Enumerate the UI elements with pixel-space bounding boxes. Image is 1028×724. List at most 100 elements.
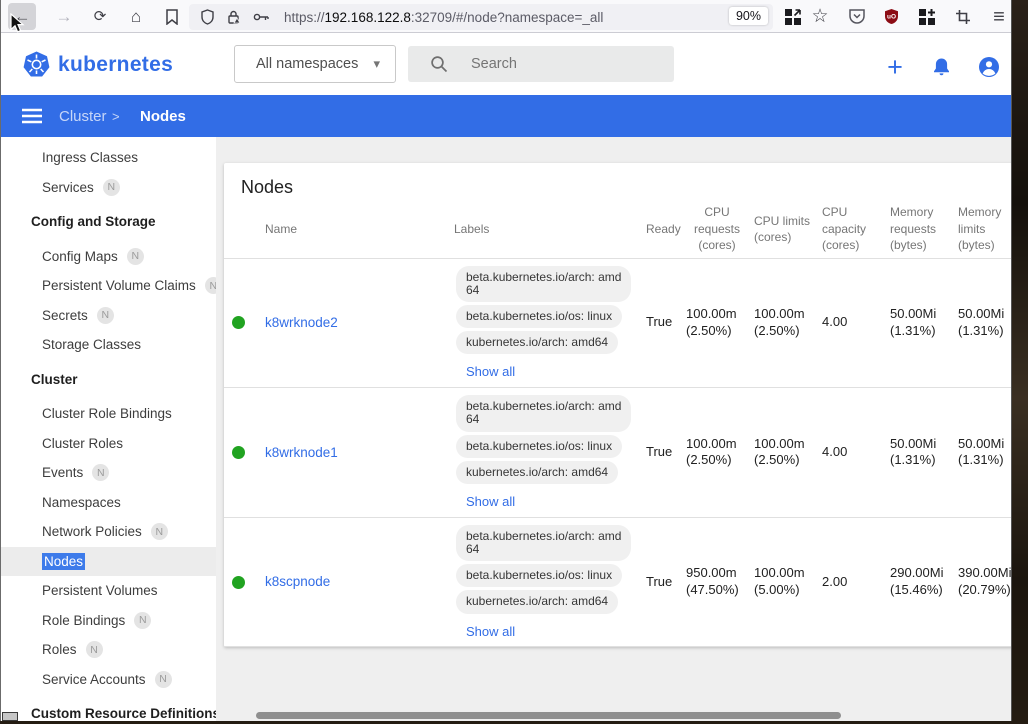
kubernetes-logo-icon[interactable]	[23, 51, 50, 78]
cell-memory-requests: 290.00Mi (15.46%)	[887, 517, 955, 647]
scrollbar-corner	[2, 712, 18, 721]
column-header-labels: Labels	[451, 200, 643, 258]
sidebar-item-label: Persistent Volumes	[42, 583, 158, 598]
tab-grid-icon	[785, 9, 801, 25]
url-scheme: https://	[284, 10, 325, 25]
search-input[interactable]	[471, 56, 651, 72]
extensions-grid-plus-icon	[919, 9, 935, 25]
sidebar-item-label: Services	[42, 180, 94, 195]
cell-memory-limits: 390.00Mi (20.79%)	[955, 517, 1012, 647]
sidebar-item-storage-classes[interactable]: Storage Classes	[1, 330, 216, 360]
page-title: Nodes	[224, 163, 1012, 200]
reload-icon: ⟳	[94, 9, 107, 24]
cell-ready: True	[643, 258, 683, 388]
cell-cpu-limits: 100.00m (5.00%)	[751, 517, 819, 647]
pocket-button[interactable]	[844, 3, 870, 30]
label-chip: beta.kubernetes.io/arch: amd 64	[456, 395, 631, 431]
column-header-ready: Ready	[643, 200, 683, 258]
cell-cpu-capacity: 4.00	[819, 388, 887, 518]
browser-toolbar: ← → ⟳ ⌂	[1, 0, 1011, 33]
label-chip: beta.kubernetes.io/os: linux	[456, 435, 622, 458]
sidebar-item-label: Cluster Roles	[42, 436, 123, 451]
reload-button[interactable]: ⟳	[86, 3, 114, 30]
zoom-level-indicator[interactable]: 90%	[729, 7, 768, 25]
sidebar-item-persistent-volumes[interactable]: Persistent Volumes	[1, 576, 216, 606]
cell-memory-limits: 50.00Mi (1.31%)	[955, 258, 1012, 388]
nodes-table: NameLabelsReadyCPU requests (cores)CPU l…	[224, 200, 1012, 647]
sidebar-item-namespaces[interactable]: Namespaces	[1, 488, 216, 518]
sidebar-item-services[interactable]: ServicesN	[1, 173, 216, 203]
breadcrumb-parent-link[interactable]: Cluster	[59, 95, 107, 137]
app-menu-button[interactable]: ≡	[986, 3, 1012, 30]
home-button[interactable]: ⌂	[122, 3, 150, 30]
create-resource-button[interactable]: +	[882, 54, 908, 80]
extensions-grid-button[interactable]	[914, 3, 940, 30]
namespaced-badge: N	[127, 248, 144, 265]
lock-warning-icon[interactable]	[226, 9, 242, 25]
sidebar-item-role-bindings[interactable]: Role BindingsN	[1, 606, 216, 636]
node-name-link[interactable]: k8wrknode2	[265, 315, 338, 330]
column-header-memory-limits-bytes-: Memory limits (bytes)	[955, 200, 1012, 258]
sidebar-item-cluster-role-bindings[interactable]: Cluster Role Bindings	[1, 399, 216, 429]
shield-icon[interactable]	[200, 9, 215, 25]
show-all-labels-link[interactable]: Show all	[466, 624, 515, 641]
nav-hamburger-icon	[21, 108, 43, 124]
sidebar-section-config-and-storage: Config and Storage	[1, 207, 216, 237]
column-header-status	[224, 200, 259, 258]
sidebar-item-secrets[interactable]: SecretsN	[1, 301, 216, 331]
url-bar[interactable]: https://192.168.122.8:32709/#/node?names…	[189, 4, 773, 30]
bookmark-star-icon: ☆	[811, 7, 828, 26]
table-row: k8scpnode beta.kubernetes.io/arch: amd 64…	[224, 517, 1012, 647]
sidebar-item-label: Cluster Role Bindings	[42, 406, 172, 421]
horizontal-scrollbar-thumb[interactable]	[256, 712, 841, 719]
ublock-shield-icon: uO	[883, 8, 900, 25]
sidebar-item-label: Ingress Classes	[42, 150, 138, 165]
chevron-down-icon: ▾	[373, 56, 380, 72]
table-body: k8wrknode2 beta.kubernetes.io/arch: amd 6…	[224, 258, 1012, 647]
sidebar-item-ingress-classes[interactable]: Ingress Classes	[1, 143, 216, 173]
sidebar-item-nodes[interactable]: Nodes	[1, 547, 216, 577]
cell-memory-limits: 50.00Mi (1.31%)	[955, 388, 1012, 518]
sidebar-item-label: Custom Resource Definitions	[31, 706, 216, 721]
account-button[interactable]	[976, 54, 1002, 80]
sidebar-item-network-policies[interactable]: Network PoliciesN	[1, 517, 216, 547]
node-status-ok-icon	[232, 446, 245, 459]
namespaced-badge: N	[205, 277, 216, 294]
bookmark-ribbon-button[interactable]	[158, 3, 186, 30]
sidebar-item-persistent-volume-claims[interactable]: Persistent Volume Claims N	[1, 271, 216, 301]
column-header-cpu-requests-cores-: CPU requests (cores)	[683, 200, 751, 258]
sidebar-item-roles[interactable]: RolesN	[1, 635, 216, 665]
key-icon[interactable]	[253, 11, 270, 23]
user-avatar-icon	[978, 56, 1000, 78]
sidebar-item-label: Cluster	[31, 372, 78, 387]
sidebar-item-cluster-roles[interactable]: Cluster Roles	[1, 429, 216, 459]
namespaced-badge: N	[134, 612, 151, 629]
bookmark-star-button[interactable]: ☆	[807, 3, 833, 30]
svg-text:uO: uO	[886, 14, 895, 21]
sidebar-item-service-accounts[interactable]: Service AccountsN	[1, 665, 216, 695]
label-chip: kubernetes.io/arch: amd64	[456, 331, 618, 354]
column-header-cpu-capacity-cores-: CPU capacity (cores)	[819, 200, 887, 258]
brand-wordmark[interactable]: kubernetes	[58, 53, 173, 77]
label-chip: beta.kubernetes.io/arch: amd 64	[456, 525, 631, 561]
namespace-selector[interactable]: All namespaces ▾	[234, 45, 396, 83]
sidebar-item-events[interactable]: EventsN	[1, 458, 216, 488]
node-name-link[interactable]: k8wrknode1	[265, 445, 338, 460]
column-header-memory-requests-bytes-: Memory requests (bytes)	[887, 200, 955, 258]
ublock-origin-button[interactable]: uO	[878, 3, 904, 30]
home-icon: ⌂	[131, 8, 141, 25]
show-all-labels-link[interactable]: Show all	[466, 494, 515, 511]
notifications-button[interactable]	[928, 54, 954, 80]
forward-button[interactable]: →	[50, 3, 78, 30]
sidebar-toggle-button[interactable]	[19, 105, 45, 127]
label-chip: beta.kubernetes.io/arch: amd 64	[456, 266, 631, 302]
sidebar-item-label: Config Maps	[42, 249, 118, 264]
show-all-labels-link[interactable]: Show all	[466, 364, 515, 381]
tab-grid-extension-button[interactable]	[780, 3, 806, 30]
sidebar-item-config-maps[interactable]: Config Maps N	[1, 242, 216, 272]
screenshot-crop-button[interactable]	[950, 3, 976, 30]
search-box[interactable]	[408, 46, 674, 82]
label-chip: beta.kubernetes.io/os: linux	[456, 305, 622, 328]
node-name-link[interactable]: k8scpnode	[265, 574, 330, 589]
sidebar-item-label: Persistent Volume Claims	[42, 278, 196, 293]
